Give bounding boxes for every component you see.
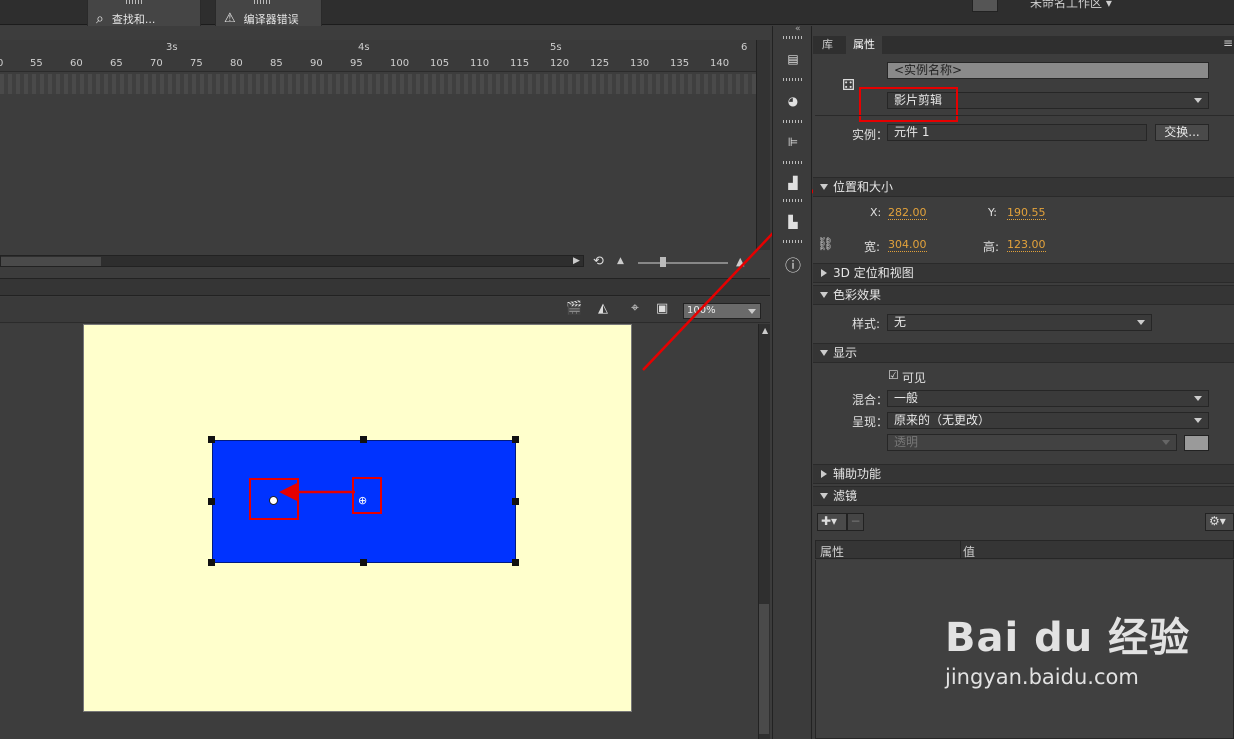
panel-tabs: 库 属性 ≡ — [813, 36, 1234, 54]
instance-name-placeholder: <实例名称> — [894, 63, 963, 77]
panel-menu-icon[interactable]: ≡ — [1223, 36, 1233, 50]
caret-down-icon — [820, 292, 828, 298]
section-display[interactable]: 显示 — [813, 343, 1234, 363]
section-title: 辅助功能 — [833, 467, 882, 481]
panel-grip[interactable] — [783, 36, 803, 39]
watermark-url: jingyan.baidu.com — [945, 665, 1139, 689]
swap-button-label: 交换... — [1164, 125, 1200, 139]
chevron-down-icon — [1194, 418, 1202, 423]
caret-down-icon — [820, 350, 828, 356]
tool-strip: « ▤ ◕ ⊫ ▟ ▙ ⓘ — [772, 24, 812, 739]
info-icon[interactable]: ⓘ — [780, 251, 806, 277]
library-icon[interactable]: ▤ — [780, 46, 806, 72]
y-label: Y: — [988, 206, 997, 219]
section-filters[interactable]: 滤镜 — [813, 486, 1234, 506]
blend-label: 混合： — [852, 393, 889, 407]
render-select[interactable]: 原来的（无更改） — [887, 412, 1209, 429]
caret-right-icon — [821, 470, 827, 478]
section-title: 滤镜 — [833, 489, 858, 503]
color-palette-icon[interactable]: ◕ — [780, 88, 806, 114]
visible-checkbox[interactable]: ☑ — [888, 368, 899, 382]
transparent-value: 透明 — [894, 435, 919, 449]
height-value[interactable]: 123.00 — [1007, 238, 1046, 252]
panel-grip[interactable] — [783, 78, 803, 81]
instance-label: 实例： — [852, 128, 889, 142]
blend-value: 一般 — [894, 391, 919, 405]
x-label: X: — [870, 206, 882, 219]
section-position-size[interactable]: 位置和大小 — [813, 177, 1234, 197]
panel-grip[interactable] — [783, 120, 803, 123]
chevron-down-icon — [1162, 440, 1170, 445]
baidu-watermark: Bai du 经验 jingyan.baidu.com — [945, 605, 1190, 689]
width-value[interactable]: 304.00 — [888, 238, 927, 252]
transform-icon[interactable]: ▟ — [780, 170, 806, 196]
collapse-icon[interactable]: « — [795, 24, 801, 34]
section-color-effect[interactable]: 色彩效果 — [813, 285, 1234, 305]
remove-filter-button[interactable]: − — [847, 513, 864, 531]
width-label: 宽: — [864, 240, 881, 254]
transparent-select: 透明 — [887, 434, 1177, 451]
chevron-down-icon — [1194, 396, 1202, 401]
chevron-down-icon — [1194, 98, 1202, 103]
section-title: 位置和大小 — [833, 180, 894, 194]
panel-grip[interactable] — [783, 199, 803, 202]
render-label: 呈现： — [852, 415, 889, 429]
filter-table-header: 属性 值 — [815, 540, 1234, 559]
blend-select[interactable]: 一般 — [887, 390, 1209, 407]
link-icon[interactable]: ⛓ — [817, 237, 834, 252]
caret-down-icon — [820, 184, 828, 190]
divider — [815, 115, 1234, 116]
style-select[interactable]: 无 — [887, 314, 1152, 331]
caret-down-icon — [820, 493, 828, 499]
column-header-property: 属性 — [820, 545, 845, 559]
visible-label: 可见 — [902, 371, 927, 385]
column-divider — [960, 541, 961, 559]
chevron-down-icon — [1137, 320, 1145, 325]
tab-library[interactable]: 库 — [815, 36, 840, 54]
panel-grip[interactable] — [783, 240, 803, 243]
panel-grip[interactable] — [783, 161, 803, 164]
instance-name-input[interactable]: <实例名称> — [887, 62, 1209, 79]
height-label: 高: — [983, 240, 1000, 254]
instance-symbol-field: 元件 1 — [887, 124, 1147, 141]
section-accessibility[interactable]: 辅助功能 — [813, 464, 1234, 484]
section-title: 3D 定位和视图 — [833, 266, 914, 280]
instance-symbol-value: 元件 1 — [894, 125, 930, 139]
section-title: 色彩效果 — [833, 288, 882, 302]
style-value: 无 — [894, 315, 907, 329]
align-icon[interactable]: ⊫ — [780, 129, 806, 155]
swap-button[interactable]: 交换... — [1155, 124, 1209, 141]
y-value[interactable]: 190.55 — [1007, 206, 1046, 220]
color-swatch[interactable] — [1184, 435, 1209, 451]
filter-options-button[interactable]: ⚙▾ — [1205, 513, 1234, 531]
column-header-value: 值 — [963, 545, 976, 559]
x-value[interactable]: 282.00 — [888, 206, 927, 220]
style-label: 样式: — [852, 317, 881, 331]
add-filter-button[interactable]: ✚▾ — [817, 513, 847, 531]
annotation-box — [859, 87, 958, 122]
render-value: 原来的（无更改） — [894, 413, 991, 427]
section-title: 显示 — [833, 346, 858, 360]
section-3d[interactable]: 3D 定位和视图 — [813, 263, 1234, 283]
components-icon[interactable]: ▙ — [780, 209, 806, 235]
tab-properties[interactable]: 属性 — [846, 36, 882, 54]
watermark-brand: Bai du 经验 — [945, 615, 1191, 661]
caret-right-icon — [821, 269, 827, 277]
